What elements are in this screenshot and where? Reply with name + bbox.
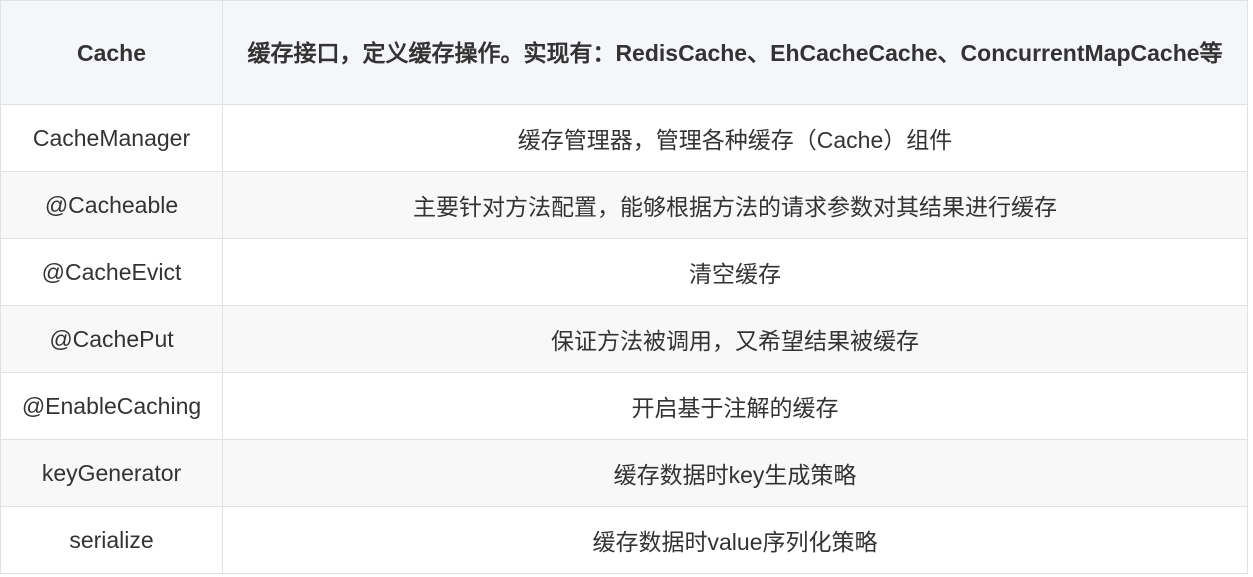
row-desc-cell: 开启基于注解的缓存 (222, 372, 1248, 440)
row-desc-cell: 主要针对方法配置，能够根据方法的请求参数对其结果进行缓存 (222, 171, 1248, 239)
table-row: @EnableCaching 开启基于注解的缓存 (0, 372, 1248, 440)
header-cell-cache: Cache (0, 0, 223, 105)
row-name-cell: serialize (0, 506, 223, 574)
table-row: @CachePut 保证方法被调用，又希望结果被缓存 (0, 305, 1248, 373)
table-row: keyGenerator 缓存数据时key生成策略 (0, 439, 1248, 507)
header-row: Cache 缓存接口，定义缓存操作。实现有：RedisCache、EhCache… (0, 0, 1248, 105)
row-desc-cell: 缓存数据时key生成策略 (222, 439, 1248, 507)
table-row: CacheManager 缓存管理器，管理各种缓存（Cache）组件 (0, 104, 1248, 172)
table-header: Cache 缓存接口，定义缓存操作。实现有：RedisCache、EhCache… (0, 0, 1248, 105)
row-desc-cell: 缓存管理器，管理各种缓存（Cache）组件 (222, 104, 1248, 172)
header-cell-description: 缓存接口，定义缓存操作。实现有：RedisCache、EhCacheCache、… (222, 0, 1248, 105)
row-desc-cell: 保证方法被调用，又希望结果被缓存 (222, 305, 1248, 373)
table-row: @CacheEvict 清空缓存 (0, 238, 1248, 306)
row-name-cell: @CachePut (0, 305, 223, 373)
table-row: @Cacheable 主要针对方法配置，能够根据方法的请求参数对其结果进行缓存 (0, 171, 1248, 239)
row-name-cell: keyGenerator (0, 439, 223, 507)
row-name-cell: @CacheEvict (0, 238, 223, 306)
table-row: serialize 缓存数据时value序列化策略 (0, 506, 1248, 574)
cache-annotations-table: Cache 缓存接口，定义缓存操作。实现有：RedisCache、EhCache… (0, 0, 1248, 574)
row-name-cell: CacheManager (0, 104, 223, 172)
row-name-cell: @EnableCaching (0, 372, 223, 440)
table-body: CacheManager 缓存管理器，管理各种缓存（Cache）组件 @Cach… (0, 104, 1248, 574)
row-desc-cell: 清空缓存 (222, 238, 1248, 306)
row-desc-cell: 缓存数据时value序列化策略 (222, 506, 1248, 574)
row-name-cell: @Cacheable (0, 171, 223, 239)
